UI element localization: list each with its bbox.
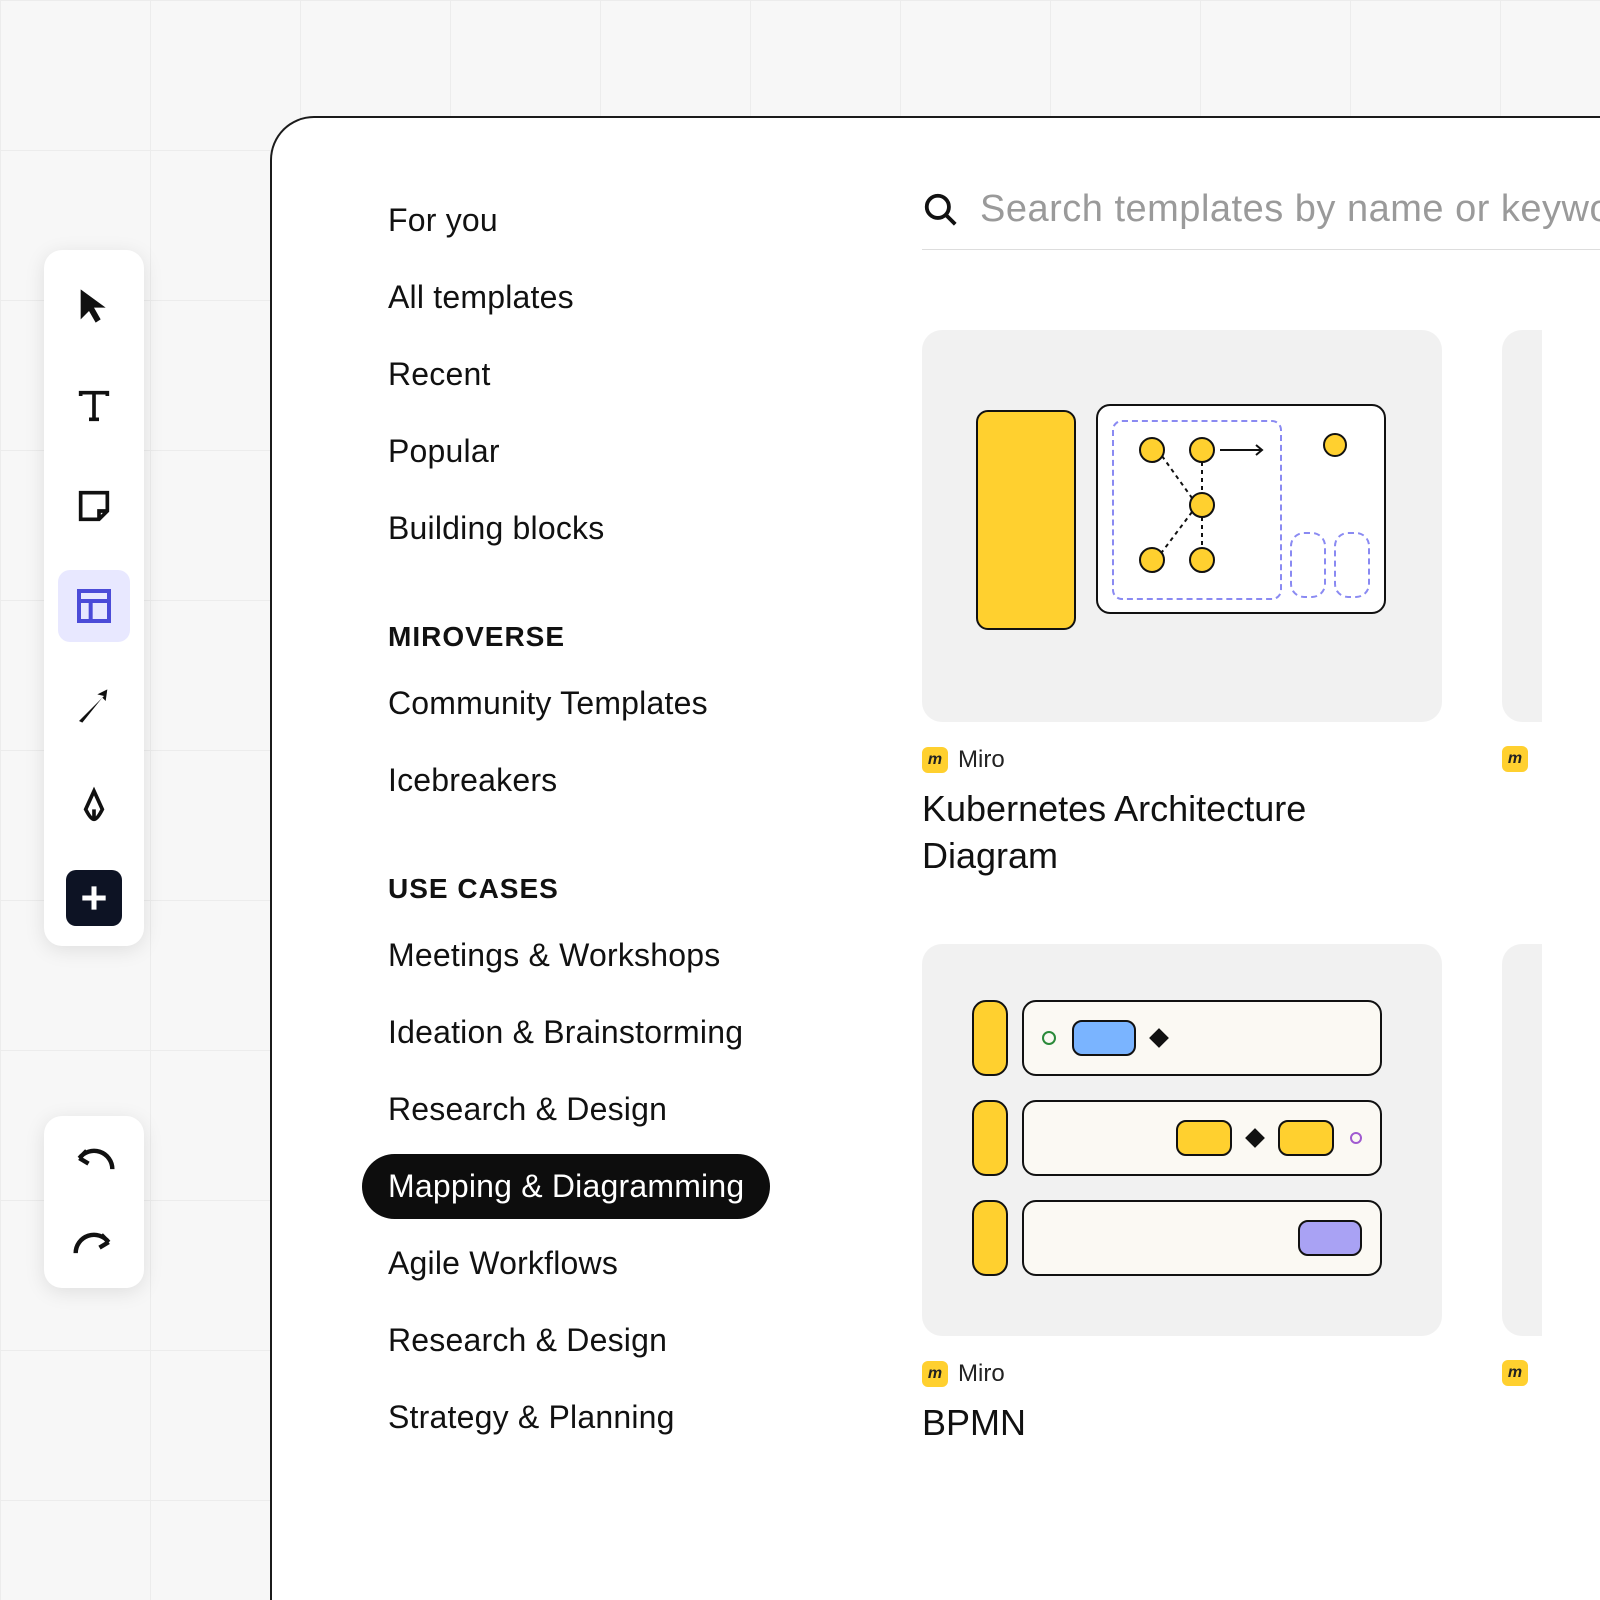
- tool-select[interactable]: [58, 270, 130, 342]
- sidebar-item-ideation-brainstorming[interactable]: Ideation & Brainstorming: [362, 1000, 769, 1065]
- sidebar-item-for-you[interactable]: For you: [362, 188, 524, 253]
- template-author: m Miro: [922, 1360, 1442, 1388]
- tool-templates[interactable]: [58, 570, 130, 642]
- undo-redo-toolbar: [44, 1116, 144, 1288]
- template-card[interactable]: m Miro Kubernetes Architecture Diagram: [922, 330, 1442, 880]
- tool-text[interactable]: [58, 370, 130, 442]
- sidebar-item-strategy-planning[interactable]: Strategy & Planning: [362, 1385, 701, 1450]
- search-icon: [922, 191, 960, 229]
- template-thumbnail: [922, 330, 1442, 722]
- redo-button[interactable]: [66, 1224, 122, 1264]
- sticky-note-icon: [74, 486, 114, 526]
- template-author: m: [1502, 746, 1542, 772]
- sidebar-section-miroverse: MIROVERSE: [362, 573, 882, 671]
- diagram-nodes-icon: [1112, 420, 1282, 600]
- sidebar-item-icebreakers[interactable]: Icebreakers: [362, 748, 583, 813]
- undo-button[interactable]: [66, 1140, 122, 1180]
- left-toolbar: [44, 250, 144, 946]
- sidebar-item-research-design-1[interactable]: Research & Design: [362, 1077, 693, 1142]
- sidebar-section-use-cases: USE CASES: [362, 825, 882, 923]
- tool-sticky-note[interactable]: [58, 470, 130, 542]
- pen-icon: [74, 786, 114, 826]
- templates-icon: [74, 586, 114, 626]
- templates-grid: m Miro Kubernetes Architecture Diagram m: [922, 330, 1600, 880]
- sidebar-item-agile-workflows[interactable]: Agile Workflows: [362, 1231, 644, 1296]
- redo-icon: [72, 1229, 116, 1259]
- template-title: BPMN: [922, 1400, 1442, 1447]
- template-thumbnail: [1502, 330, 1542, 722]
- templates-grid: m Miro BPMN m: [922, 944, 1600, 1447]
- sidebar-item-popular[interactable]: Popular: [362, 419, 526, 484]
- sidebar-item-meetings-workshops[interactable]: Meetings & Workshops: [362, 923, 746, 988]
- tool-arrow[interactable]: [58, 670, 130, 742]
- sidebar-item-mapping-diagramming[interactable]: Mapping & Diagramming: [362, 1154, 770, 1219]
- miro-logo-icon: m: [1502, 746, 1528, 772]
- miro-logo-icon: m: [922, 1361, 948, 1387]
- sidebar-item-building-blocks[interactable]: Building blocks: [362, 496, 630, 561]
- search-input[interactable]: [980, 188, 1600, 231]
- templates-sidebar: For you All templates Recent Popular Bui…: [362, 188, 882, 1600]
- sidebar-item-community-templates[interactable]: Community Templates: [362, 671, 734, 736]
- text-icon: [74, 386, 114, 426]
- sidebar-item-recent[interactable]: Recent: [362, 342, 517, 407]
- template-thumbnail: [922, 944, 1442, 1336]
- templates-panel: For you All templates Recent Popular Bui…: [270, 116, 1600, 1600]
- sidebar-item-research-design-2[interactable]: Research & Design: [362, 1308, 693, 1373]
- sidebar-item-all-templates[interactable]: All templates: [362, 265, 600, 330]
- template-author: m Miro: [922, 746, 1442, 774]
- undo-icon: [72, 1145, 116, 1175]
- arrow-icon: [74, 686, 114, 726]
- cursor-icon: [74, 286, 114, 326]
- author-name: Miro: [958, 1360, 1005, 1388]
- tool-pen[interactable]: [58, 770, 130, 842]
- templates-content: m Miro Kubernetes Architecture Diagram m: [882, 188, 1600, 1600]
- template-title: Kubernetes Architecture Diagram: [922, 786, 1442, 880]
- template-card-partial[interactable]: m: [1502, 330, 1542, 880]
- template-card[interactable]: m Miro BPMN: [922, 944, 1442, 1447]
- template-thumbnail: [1502, 944, 1542, 1336]
- tool-add[interactable]: [66, 870, 122, 926]
- search-bar: [922, 188, 1600, 250]
- author-name: Miro: [958, 746, 1005, 774]
- node-icon: [1322, 432, 1348, 458]
- miro-logo-icon: m: [922, 747, 948, 773]
- plus-icon: [74, 878, 114, 918]
- template-author: m: [1502, 1360, 1542, 1386]
- miro-logo-icon: m: [1502, 1360, 1528, 1386]
- template-card-partial[interactable]: m: [1502, 944, 1542, 1447]
